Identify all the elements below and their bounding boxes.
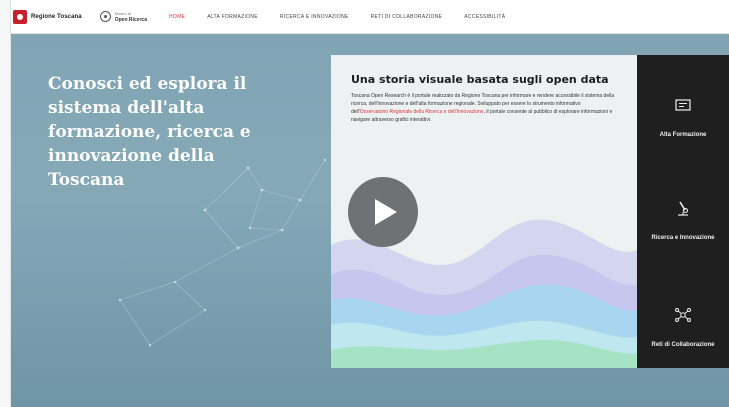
osr-big-label: Open Ricerca [114, 16, 147, 23]
story-card: Una storia visuale basata sugli open dat… [331, 55, 637, 368]
section-alta-formazione[interactable]: Alta Formazione [637, 95, 729, 138]
section-reti-collaborazione-label: Reti di Collaborazione [651, 342, 715, 348]
open-ricerca-icon [99, 11, 111, 22]
sections-panel: Alta Formazione Ricerca e Innovazione Re… [637, 55, 729, 368]
nav-item-ricerca-innovazione[interactable]: RICERCA E INNOVAZIONE [280, 14, 349, 20]
play-button[interactable] [348, 177, 418, 247]
left-edge-strip [0, 0, 11, 407]
open-ricerca-logo[interactable]: Museo di Open Ricerca [99, 11, 147, 23]
nav-item-alta-formazione[interactable]: ALTA FORMAZIONE [207, 14, 258, 20]
story-title: Una storia visuale basata sugli open dat… [351, 73, 609, 86]
osservatorio-link[interactable]: Osservatorio Regionale della Ricerca e d… [360, 109, 484, 115]
network-icon [675, 308, 691, 322]
play-icon [375, 199, 397, 225]
top-navbar: Regione Toscana Museo di Open Ricerca HO… [11, 0, 729, 34]
nav-item-home[interactable]: HOME [169, 14, 185, 20]
hero-title: Conosci ed esplora il sistema dell'alta … [48, 74, 251, 190]
microscope-icon [678, 201, 689, 216]
regione-toscana-logo[interactable]: Regione Toscana [13, 9, 82, 24]
section-reti-collaborazione[interactable]: Reti di Collaborazione [637, 305, 729, 348]
regione-label: Regione Toscana [31, 13, 82, 20]
nav-item-accessibilita[interactable]: ACCESSIBILITÀ [464, 14, 505, 20]
story-description: Toscana Open Research è il portale reali… [351, 92, 617, 124]
section-alta-formazione-label: Alta Formazione [659, 132, 707, 138]
section-ricerca-innovazione-label: Ricerca e Innovazione [651, 235, 715, 241]
regione-crest-icon [13, 9, 27, 24]
section-ricerca-innovazione[interactable]: Ricerca e Innovazione [637, 198, 729, 241]
diploma-icon [675, 99, 691, 111]
nav-item-reti-collaborazione[interactable]: RETI DI COLLABORAZIONE [371, 14, 443, 20]
main-nav: HOME ALTA FORMAZIONE RICERCA E INNOVAZIO… [169, 14, 527, 20]
